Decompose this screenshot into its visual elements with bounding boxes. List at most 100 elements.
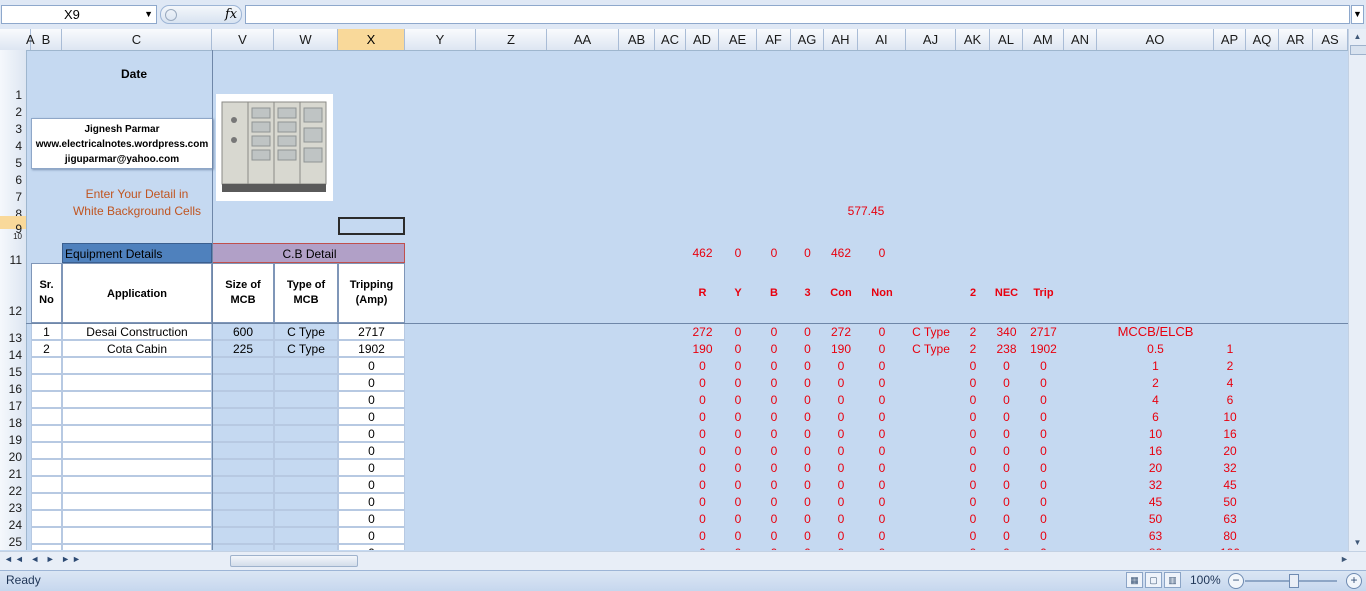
row-header-11[interactable]: 11 <box>0 243 26 267</box>
row-header-25[interactable]: 25 <box>0 527 26 549</box>
row-header-19[interactable]: 19 <box>0 425 26 447</box>
equipment-trip-cell[interactable]: 0 <box>338 527 405 544</box>
column-header-w[interactable]: W <box>274 29 338 50</box>
horizontal-scrollbar[interactable]: ◄◄ ◄ ► ►► ► <box>0 551 1366 570</box>
column-header-as[interactable]: AS <box>1313 29 1348 50</box>
equipment-type-cell[interactable] <box>274 459 338 476</box>
column-header-ap[interactable]: AP <box>1214 29 1246 50</box>
equipment-app-cell[interactable] <box>62 425 212 442</box>
equipment-type-cell[interactable]: C Type <box>274 340 338 357</box>
row-header-14[interactable]: 14 <box>0 340 26 362</box>
equipment-size-cell[interactable] <box>212 459 274 476</box>
column-header-al[interactable]: AL <box>990 29 1023 50</box>
scroll-down-icon[interactable]: ▼ <box>1351 536 1364 549</box>
expand-formula-icon[interactable]: ▼ <box>1351 5 1364 24</box>
equipment-trip-cell[interactable]: 0 <box>338 374 405 391</box>
column-header-af[interactable]: AF <box>757 29 791 50</box>
row-header-23[interactable]: 23 <box>0 493 26 515</box>
equipment-trip-cell[interactable]: 0 <box>338 408 405 425</box>
equipment-size-cell[interactable] <box>212 493 274 510</box>
horizontal-scroll-thumb[interactable] <box>230 555 358 567</box>
row-header-17[interactable]: 17 <box>0 391 26 413</box>
equipment-app-cell[interactable]: Cota Cabin <box>62 340 212 357</box>
equipment-app-cell[interactable] <box>62 391 212 408</box>
equipment-sr-cell[interactable] <box>31 544 62 550</box>
row-header-12[interactable]: 12 <box>0 263 26 323</box>
equipment-app-cell[interactable] <box>62 510 212 527</box>
column-header-ak[interactable]: AK <box>956 29 990 50</box>
column-header-ai[interactable]: AI <box>858 29 906 50</box>
cancel-icon[interactable] <box>165 9 177 21</box>
equipment-sr-cell[interactable] <box>31 425 62 442</box>
row-header-13[interactable]: 13 <box>0 323 26 345</box>
row-header-16[interactable]: 16 <box>0 374 26 396</box>
row-header-2[interactable]: 2 <box>0 97 26 119</box>
column-header-z[interactable]: Z <box>476 29 547 50</box>
row-header-1[interactable]: 1 <box>0 80 26 102</box>
column-header-ae[interactable]: AE <box>719 29 757 50</box>
row-header-9[interactable]: 9 <box>0 216 26 236</box>
equipment-type-cell[interactable] <box>274 357 338 374</box>
equipment-type-cell[interactable] <box>274 442 338 459</box>
sheet-tab-navigation-icon[interactable]: ◄◄ ◄ ► ►► <box>4 554 83 564</box>
equipment-size-cell[interactable] <box>212 442 274 459</box>
scroll-right-icon[interactable]: ► <box>1340 554 1349 564</box>
equipment-sr-cell[interactable]: 2 <box>31 340 62 357</box>
equipment-type-cell[interactable] <box>274 544 338 550</box>
equipment-sr-cell[interactable] <box>31 510 62 527</box>
equipment-trip-cell[interactable]: 2717 <box>338 323 405 340</box>
equipment-size-cell[interactable] <box>212 476 274 493</box>
name-box[interactable]: X9 ▼ <box>1 5 157 24</box>
equipment-sr-cell[interactable] <box>31 476 62 493</box>
equipment-sr-cell[interactable] <box>31 442 62 459</box>
column-header-ao[interactable]: AO <box>1097 29 1214 50</box>
scroll-up-icon[interactable]: ▲ <box>1351 30 1364 43</box>
equipment-type-cell[interactable] <box>274 510 338 527</box>
zoom-out-icon[interactable]: − <box>1228 573 1244 589</box>
column-header-b[interactable]: B <box>31 29 62 50</box>
equipment-trip-cell[interactable]: 0 <box>338 442 405 459</box>
equipment-trip-cell[interactable]: 1902 <box>338 340 405 357</box>
row-header-6[interactable]: 6 <box>0 165 26 187</box>
equipment-trip-cell[interactable]: 0 <box>338 510 405 527</box>
column-header-ad[interactable]: AD <box>686 29 719 50</box>
column-header-ab[interactable]: AB <box>619 29 655 50</box>
equipment-app-cell[interactable] <box>62 374 212 391</box>
vertical-scrollbar[interactable]: ▲ ▼ <box>1348 29 1366 551</box>
equipment-type-cell[interactable] <box>274 527 338 544</box>
equipment-sr-cell[interactable] <box>31 391 62 408</box>
equipment-type-cell[interactable] <box>274 408 338 425</box>
column-header-c[interactable]: C <box>62 29 212 50</box>
column-header-x[interactable]: X <box>338 29 405 50</box>
equipment-size-cell[interactable]: 225 <box>212 340 274 357</box>
equipment-app-cell[interactable]: Desai Construction <box>62 323 212 340</box>
equipment-trip-cell[interactable]: 0 <box>338 357 405 374</box>
equipment-size-cell[interactable] <box>212 391 274 408</box>
insert-function-icon[interactable]: fx <box>225 6 237 23</box>
equipment-app-cell[interactable] <box>62 442 212 459</box>
equipment-type-cell[interactable]: C Type <box>274 323 338 340</box>
page-break-preview-icon[interactable]: ▥ <box>1164 572 1181 588</box>
zoom-level[interactable]: 100% <box>1190 573 1221 587</box>
equipment-app-cell[interactable] <box>62 493 212 510</box>
row-header-20[interactable]: 20 <box>0 442 26 464</box>
equipment-size-cell[interactable] <box>212 357 274 374</box>
column-header-y[interactable]: Y <box>405 29 476 50</box>
worksheet-grid[interactable]: Date Jignesh Parmar www.electricalnotes.… <box>26 50 1348 550</box>
equipment-type-cell[interactable] <box>274 493 338 510</box>
formula-input[interactable] <box>245 5 1350 24</box>
row-header-8[interactable]: 8 <box>0 199 26 221</box>
equipment-size-cell[interactable] <box>212 544 274 550</box>
equipment-size-cell[interactable] <box>212 374 274 391</box>
row-header-3[interactable]: 3 <box>0 114 26 136</box>
equipment-sr-cell[interactable] <box>31 459 62 476</box>
equipment-app-cell[interactable] <box>62 527 212 544</box>
equipment-sr-cell[interactable] <box>31 493 62 510</box>
equipment-app-cell[interactable] <box>62 544 212 550</box>
equipment-size-cell[interactable] <box>212 408 274 425</box>
column-header-ac[interactable]: AC <box>655 29 686 50</box>
vertical-scroll-thumb[interactable] <box>1350 45 1366 55</box>
equipment-trip-cell[interactable]: 0 <box>338 476 405 493</box>
column-header-ah[interactable]: AH <box>824 29 858 50</box>
column-header-aq[interactable]: AQ <box>1246 29 1279 50</box>
